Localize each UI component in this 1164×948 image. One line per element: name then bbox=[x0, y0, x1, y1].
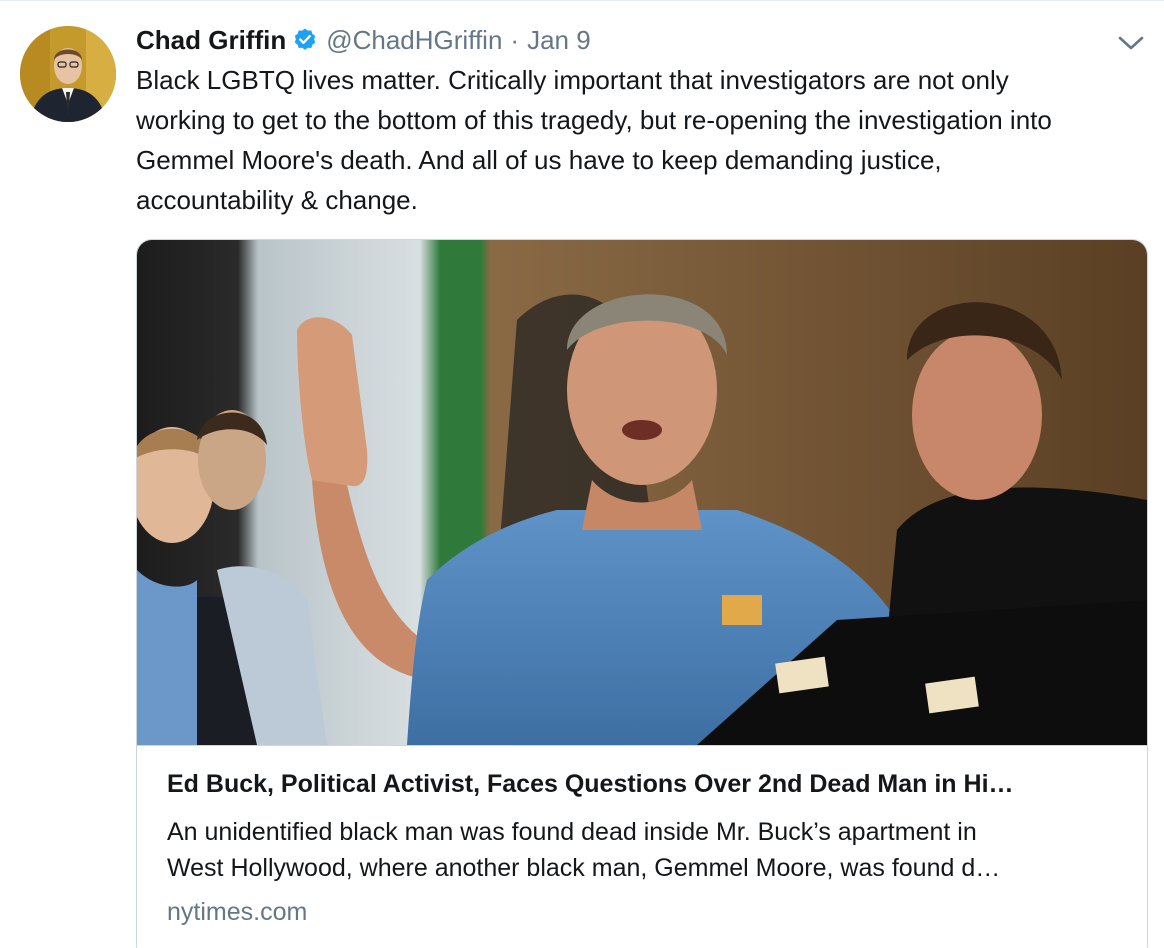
verified-badge-icon bbox=[292, 27, 318, 53]
tweet-text-line: Black LGBTQ lives matter. Critically imp… bbox=[136, 65, 1009, 95]
card-title[interactable]: Ed Buck, Political Activist, Faces Quest… bbox=[167, 770, 1127, 799]
separator-dot: · bbox=[510, 24, 520, 55]
tweet-date[interactable]: Jan 9 bbox=[527, 25, 591, 56]
tweet[interactable]: Chad Griffin @ChadHGriffin · Jan 9 Black… bbox=[0, 0, 1164, 948]
tweet-text-line: accountability & change. bbox=[136, 185, 418, 215]
card-domain[interactable]: nytimes.com bbox=[167, 898, 307, 927]
card-image[interactable] bbox=[137, 240, 1147, 745]
tweet-header: Chad Griffin @ChadHGriffin · Jan 9 bbox=[136, 22, 591, 58]
tweet-text-line: Gemmel Moore's death. And all of us have… bbox=[136, 145, 942, 175]
card-description-line: West Hollywood, where another black man,… bbox=[167, 854, 1001, 882]
display-name[interactable]: Chad Griffin bbox=[136, 25, 286, 56]
card-description: An unidentified black man was found dead… bbox=[167, 814, 1127, 886]
tweet-text-line: working to get to the bottom of this tra… bbox=[136, 105, 1052, 135]
handle[interactable]: @ChadHGriffin bbox=[326, 25, 502, 56]
card-description-line: An unidentified black man was found dead… bbox=[167, 818, 977, 846]
avatar[interactable] bbox=[20, 26, 116, 122]
card-divider bbox=[137, 745, 1147, 746]
chevron-down-icon[interactable] bbox=[1116, 32, 1146, 54]
link-card[interactable]: Ed Buck, Political Activist, Faces Quest… bbox=[136, 239, 1148, 948]
tweet-text: Black LGBTQ lives matter. Critically imp… bbox=[136, 60, 1156, 220]
divider bbox=[0, 0, 1164, 1]
